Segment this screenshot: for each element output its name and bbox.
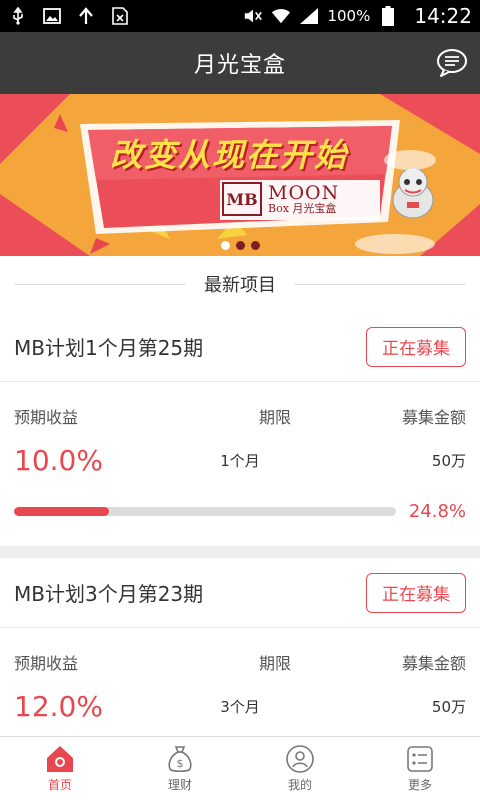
battery-percent: 100% xyxy=(327,7,371,25)
wifi-icon xyxy=(271,6,291,26)
usb-icon xyxy=(8,6,28,26)
banner-headline: 改变从现在开始 xyxy=(110,136,349,174)
term-value: 3个月 xyxy=(220,698,260,716)
logo-word: MOON xyxy=(268,182,340,204)
expected-return-value: 12.0% xyxy=(14,690,103,723)
tab-label: 更多 xyxy=(407,778,432,792)
battery-icon xyxy=(378,6,398,26)
term-label: 期限 xyxy=(258,408,291,427)
amount-value: 50万 xyxy=(431,698,466,716)
promo-banner[interactable]: 改变从现在开始 MB MOON Box 月光宝盒 xyxy=(0,94,480,256)
app-header: 月光宝盒 xyxy=(0,32,480,94)
carousel-dots[interactable] xyxy=(0,241,480,250)
amount-label: 募集金额 xyxy=(401,654,466,673)
section-title: 最新项目 xyxy=(186,271,294,297)
status-bar: 100% 14:22 xyxy=(0,0,480,32)
carousel-dot[interactable] xyxy=(250,241,260,250)
logo-mark: MB xyxy=(222,182,262,216)
svg-text:$: $ xyxy=(177,757,184,770)
clock: 14:22 xyxy=(414,4,472,28)
more-list-icon xyxy=(407,746,433,772)
product-card[interactable]: MB计划3个月第23期 正在募集 预期收益 期限 募集金额 12.0% 3个月 … xyxy=(0,558,480,736)
sim-icon xyxy=(110,6,130,26)
tab-label: 理财 xyxy=(167,778,192,792)
raising-status-button[interactable]: 正在募集 xyxy=(366,572,466,613)
tab-mine[interactable]: 我的 xyxy=(240,737,360,800)
mute-icon xyxy=(243,6,263,26)
tab-finance[interactable]: $ 理财 xyxy=(120,737,240,800)
term-label: 期限 xyxy=(258,654,291,673)
progress-percent: 24.8% xyxy=(408,501,466,522)
user-icon xyxy=(286,745,314,773)
progress-bar xyxy=(14,507,396,516)
signal-icon xyxy=(299,6,319,26)
message-icon[interactable] xyxy=(436,48,468,78)
tab-more[interactable]: 更多 xyxy=(360,737,480,800)
expected-return-label: 预期收益 xyxy=(14,408,79,427)
product-card[interactable]: MB计划1个月第25期 正在募集 预期收益 期限 募集金额 10.0% 1个月 … xyxy=(0,312,480,546)
product-name[interactable]: MB计划1个月第25期 xyxy=(14,332,203,361)
home-icon xyxy=(47,746,73,772)
tab-home[interactable]: 首页 xyxy=(0,737,120,800)
expected-return-value: 10.0% xyxy=(14,444,103,477)
bottom-tab-bar: 首页 $ 理财 我的 更多 xyxy=(0,736,480,800)
amount-label: 募集金额 xyxy=(401,408,466,427)
carousel-dot[interactable] xyxy=(220,241,230,250)
app-title: 月光宝盒 xyxy=(193,53,286,78)
amount-value: 50万 xyxy=(431,452,466,470)
tab-label: 我的 xyxy=(287,778,312,792)
carousel-dot[interactable] xyxy=(235,241,245,250)
raising-status-button[interactable]: 正在募集 xyxy=(366,326,466,367)
image-icon xyxy=(42,6,62,26)
logo-subtitle: Box 月光宝盒 xyxy=(268,202,337,215)
upload-icon xyxy=(76,6,96,26)
expected-return-label: 预期收益 xyxy=(14,654,79,673)
money-bag-icon: $ xyxy=(168,746,192,773)
term-value: 1个月 xyxy=(220,452,260,470)
section-header: 最新项目 xyxy=(0,256,480,312)
banner-logo: MB MOON Box 月光宝盒 xyxy=(222,180,378,218)
product-name[interactable]: MB计划3个月第23期 xyxy=(14,578,203,607)
tab-label: 首页 xyxy=(47,778,72,792)
progress-fill xyxy=(14,507,109,516)
